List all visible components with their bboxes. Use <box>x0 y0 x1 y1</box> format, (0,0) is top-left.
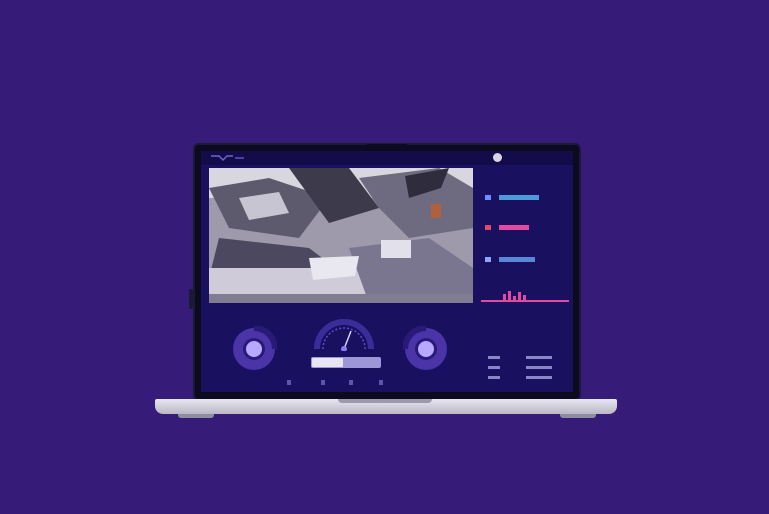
temperature-icon <box>485 224 491 230</box>
avatar[interactable] <box>493 153 502 162</box>
laptop-lid <box>193 143 581 401</box>
camera-notch <box>367 144 407 151</box>
laptop-foot <box>178 414 214 418</box>
sensor-panel <box>481 168 569 388</box>
activity-bars <box>481 291 569 302</box>
signal-icon <box>485 256 491 262</box>
laptop-screen <box>201 151 573 392</box>
sensor-row <box>485 192 565 202</box>
sensor-bar <box>499 194 539 200</box>
camera-feed[interactable] <box>209 168 473 303</box>
logo-icon <box>211 155 244 161</box>
app-top-bar <box>201 151 573 165</box>
user-menu[interactable] <box>493 153 506 162</box>
scene <box>0 0 769 514</box>
telemetry-table <box>486 346 566 379</box>
temperature-row <box>485 222 565 232</box>
temperature-bar <box>499 224 529 230</box>
camera-image <box>209 168 473 303</box>
signal-row <box>485 254 565 264</box>
trackpad-lip <box>338 399 432 403</box>
status-fill <box>312 358 343 367</box>
status-bar <box>311 357 381 368</box>
key-hint-marks <box>287 380 383 385</box>
sensor-icon <box>485 194 491 200</box>
telemetry-placeholder <box>488 356 552 379</box>
right-joystick-icon[interactable] <box>403 326 449 372</box>
signal-bar <box>499 256 535 262</box>
speedometer-icon <box>314 319 374 351</box>
laptop-foot <box>560 414 596 418</box>
left-joystick-icon[interactable] <box>231 326 277 372</box>
